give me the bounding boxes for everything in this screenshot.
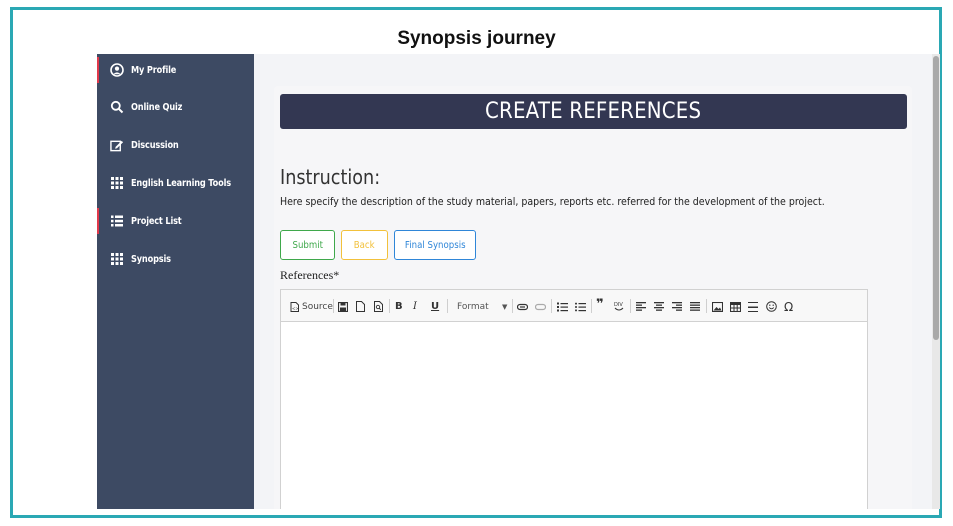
align-justify-icon[interactable] [690,300,700,313]
toolbar-separator [389,299,390,313]
submit-button[interactable]: Submit [280,230,335,260]
sidebar-item-synopsis[interactable]: Synopsis [97,246,254,272]
numbered-list-icon[interactable] [557,300,568,313]
instruction-text: Here specify the description of the stud… [280,195,825,208]
new-page-icon[interactable] [356,300,365,313]
sidebar-item-project-list[interactable]: Project List [97,208,254,234]
user-circle-icon [110,63,124,77]
sidebar-item-label: Discussion [131,139,179,151]
sidebar-item-label: Online Quiz [131,101,183,113]
toolbar-separator [630,299,631,313]
sidebar-item-english-learning-tools[interactable]: English Learning Tools [97,170,254,196]
sidebar-item-label: Synopsis [131,253,171,265]
edit-icon [110,138,124,152]
source-button[interactable]: Source [302,300,333,313]
align-left-icon[interactable] [636,300,646,313]
instruction-heading: Instruction: [280,165,381,189]
source-icon[interactable]: <> [290,300,299,313]
svg-text:<>: <> [292,306,299,311]
italic-icon[interactable]: I [413,300,417,313]
sidebar: My Profile Online Quiz Discussion Englis… [97,54,254,509]
sidebar-item-label: My Profile [131,64,177,76]
toolbar-separator [447,299,448,313]
page-title: CREATE REFERENCES [280,94,907,129]
references-label: References* [280,268,340,282]
image-icon[interactable] [712,300,723,313]
sidebar-item-online-quiz[interactable]: Online Quiz [97,94,254,120]
format-select[interactable]: Format [457,300,489,313]
horizontal-line-icon[interactable] [748,300,758,313]
caption: Synopsis journey [397,28,556,49]
sidebar-item-discussion[interactable]: Discussion [97,132,254,158]
save-icon[interactable] [338,300,348,313]
editor-toolbar: <> Source B I U Format ▼ ❞ DIV Ω [281,290,867,322]
link-icon[interactable] [517,300,528,313]
align-center-icon[interactable] [654,300,664,313]
toolbar-separator [333,299,334,313]
list-icon [110,214,124,228]
grid-icon [110,176,124,190]
underline-icon[interactable]: U [431,300,439,313]
toolbar-separator [591,299,592,313]
sidebar-item-my-profile[interactable]: My Profile [97,57,254,83]
sidebar-item-label: Project List [131,215,182,227]
align-right-icon[interactable] [672,300,682,313]
bold-icon[interactable]: B [395,300,403,313]
scrollbar[interactable] [932,54,940,509]
editor-content-area[interactable] [281,323,867,509]
toolbar-separator [706,299,707,313]
preview-icon[interactable] [374,300,383,313]
toolbar-separator [512,299,513,313]
svg-text:DIV: DIV [614,302,623,308]
toolbar-separator [551,299,552,313]
final-synopsis-button[interactable]: Final Synopsis [394,230,476,260]
app-window: My Profile Online Quiz Discussion Englis… [97,54,940,509]
grid-icon [110,252,124,266]
blockquote-icon[interactable]: ❞ [596,297,604,312]
smiley-icon[interactable] [766,300,777,313]
scrollbar-thumb[interactable] [933,56,939,340]
div-container-icon[interactable]: DIV [614,300,624,313]
search-icon [110,100,124,114]
references-editor: <> Source B I U Format ▼ ❞ DIV Ω [280,289,868,509]
table-icon[interactable] [730,300,741,313]
back-button[interactable]: Back [341,230,388,260]
bulleted-list-icon[interactable] [575,300,586,313]
unlink-icon[interactable] [535,300,546,313]
chevron-down-icon[interactable]: ▼ [502,300,507,313]
sidebar-item-label: English Learning Tools [131,177,231,189]
special-character-icon[interactable]: Ω [784,300,793,314]
